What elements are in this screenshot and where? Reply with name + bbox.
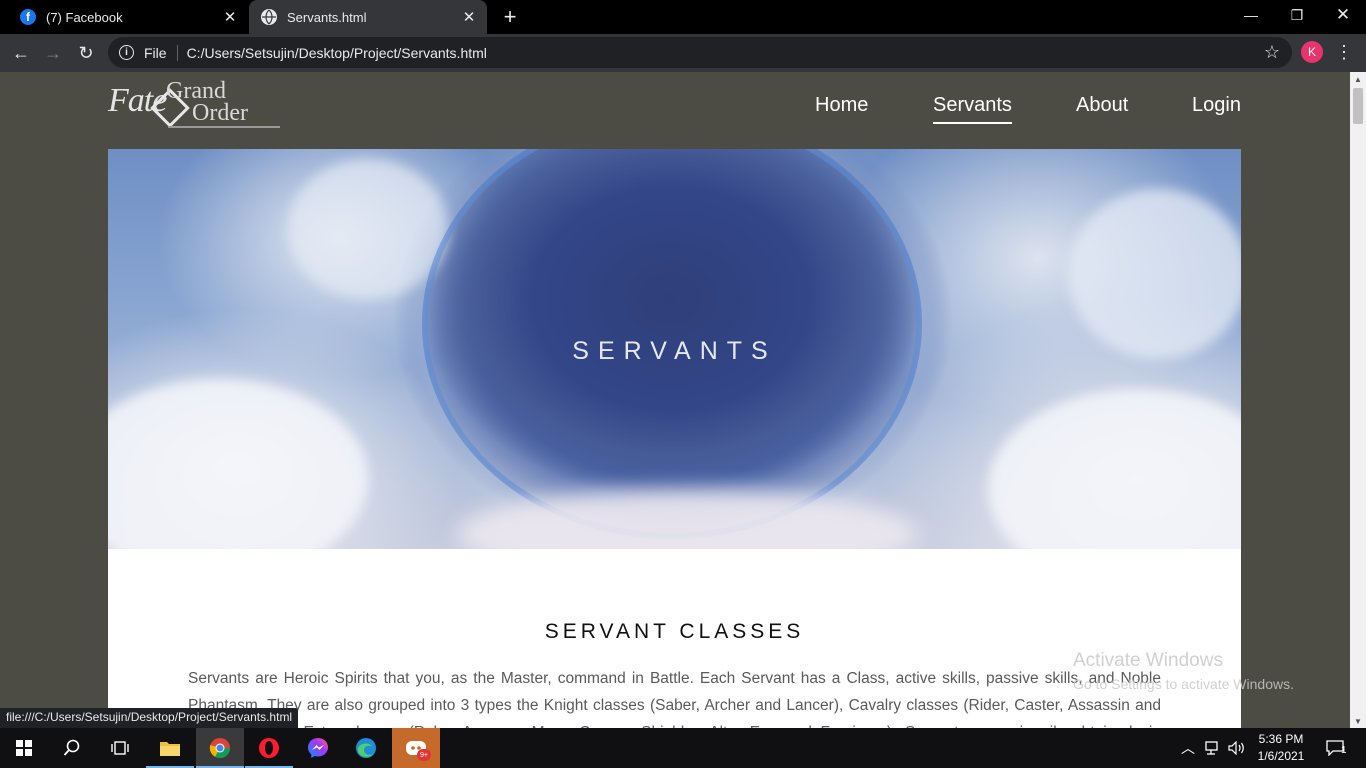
close-window-button[interactable]: ✕ [1320, 0, 1366, 30]
activate-windows-watermark: Activate Windows Go to Settings to activ… [1073, 650, 1294, 692]
windows-taskbar: 9+ ︿ 5:36 PM 1/6/2021 1 [0, 728, 1366, 768]
browser-toolbar: ← → ↻ i File C:/Users/Setsujin/Desktop/P… [0, 34, 1366, 72]
clock-date: 1/6/2021 [1257, 749, 1305, 763]
nav-about[interactable]: About [1076, 94, 1128, 117]
tab-servants[interactable]: Servants.html ✕ [249, 0, 487, 34]
scroll-down-arrow-icon[interactable]: ▼ [1350, 714, 1366, 728]
discord-icon[interactable]: 9+ [392, 728, 440, 768]
close-icon[interactable]: ✕ [220, 7, 240, 27]
nav-home[interactable]: Home [815, 94, 868, 117]
section-title: SERVANT CLASSES [544, 620, 805, 643]
file-explorer-icon[interactable] [146, 728, 194, 768]
bookmark-star-icon[interactable]: ☆ [1264, 42, 1280, 63]
volume-icon[interactable] [1226, 728, 1248, 768]
hero-cloud [988, 389, 1241, 549]
content-section: SERVANT CLASSES Servants are Heroic Spir… [108, 549, 1241, 728]
link-status-bubble: file:///C:/Users/Setsujin/Desktop/Projec… [0, 708, 299, 728]
hero-banner: SERVANTS [108, 149, 1241, 549]
forward-button[interactable]: → [40, 40, 66, 66]
watermark-line1: Activate Windows [1073, 650, 1223, 671]
facebook-icon: f [20, 9, 36, 25]
opera-icon[interactable] [245, 728, 293, 768]
reload-button[interactable]: ↻ [73, 40, 99, 66]
system-clock[interactable]: 5:36 PM 1/6/2021 [1252, 731, 1310, 765]
notification-count: 1 [1341, 745, 1347, 756]
messenger-icon[interactable] [294, 728, 342, 768]
action-center-icon[interactable]: 1 [1320, 728, 1350, 768]
start-icon[interactable] [0, 728, 48, 768]
logo-word-order: Order [192, 100, 248, 126]
hero-cloud [288, 159, 448, 299]
task-view-icon[interactable] [96, 728, 144, 768]
hero-heading: SERVANTS [572, 337, 777, 365]
tab-strip: f (7) Facebook ✕ Servants.html ✕ + — ❐ ✕ [0, 0, 1366, 34]
address-scheme: File [144, 44, 167, 61]
clock-time: 5:36 PM [1258, 732, 1304, 746]
tab-title: (7) Facebook [46, 9, 123, 25]
page-viewport: Fate Grand Order Home Servants About Log… [0, 72, 1350, 728]
watermark-line2: Go to Settings to activate Windows. [1073, 676, 1294, 692]
logo-underline [168, 126, 280, 128]
chrome-icon[interactable] [196, 728, 244, 768]
minimize-button[interactable]: — [1228, 0, 1274, 30]
edge-icon[interactable] [342, 728, 390, 768]
profile-avatar[interactable]: K [1301, 41, 1323, 63]
hero-cloud [1068, 189, 1241, 359]
vertical-scrollbar[interactable]: ▲ ▼ [1350, 72, 1366, 728]
close-icon[interactable]: ✕ [459, 7, 479, 27]
nav-servants[interactable]: Servants [933, 94, 1012, 124]
scroll-up-arrow-icon[interactable]: ▲ [1350, 72, 1366, 86]
section-text: Servants are Heroic Spirits that you, as… [188, 670, 1161, 728]
address-bar[interactable]: i File C:/Users/Setsujin/Desktop/Project… [108, 37, 1292, 68]
back-button[interactable]: ← [8, 40, 34, 66]
search-icon[interactable] [48, 728, 96, 768]
scroll-thumb[interactable] [1353, 88, 1363, 124]
tab-title: Servants.html [287, 9, 367, 25]
chevron-up-icon[interactable]: ︿ [1178, 728, 1198, 768]
notification-badge: 9+ [417, 749, 431, 761]
restore-button[interactable]: ❐ [1274, 0, 1320, 30]
site-logo[interactable]: Fate Grand Order [108, 72, 280, 142]
network-icon[interactable] [1202, 728, 1224, 768]
menu-icon[interactable]: ⋮ [1334, 40, 1354, 64]
hero-cloud [108, 379, 368, 549]
new-tab-button[interactable]: + [498, 4, 522, 29]
address-path: C:/Users/Setsujin/Desktop/Project/Servan… [186, 44, 487, 61]
divider [176, 44, 178, 61]
tab-facebook[interactable]: f (7) Facebook ✕ [8, 0, 248, 34]
info-icon[interactable]: i [119, 45, 134, 60]
globe-icon [261, 9, 277, 25]
nav-login[interactable]: Login [1192, 94, 1241, 117]
